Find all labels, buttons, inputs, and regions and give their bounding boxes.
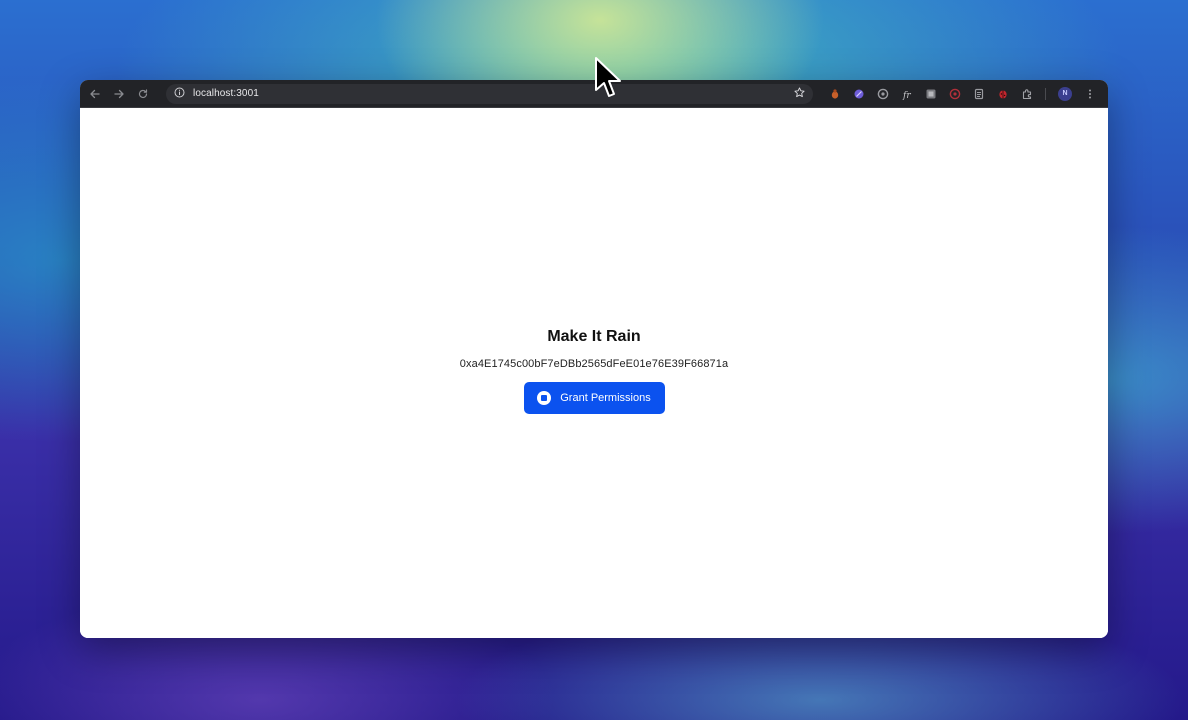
coin-icon — [537, 391, 552, 405]
permissions-panel: Make It Rain 0xa4E1745c00bF7eDBb2565dFeE… — [80, 328, 1108, 414]
url-text: localhost:3001 — [193, 88, 259, 99]
bookmark-star-icon[interactable] — [794, 85, 805, 103]
function-extension-icon[interactable]: fr — [900, 87, 914, 101]
svg-text:fr: fr — [902, 91, 911, 100]
puzzle-card-extension-icon[interactable] — [924, 87, 938, 101]
address-bar[interactable]: localhost:3001 — [166, 83, 813, 104]
wallet-address: 0xa4E1745c00bF7eDBb2565dFeE01e76E39F6687… — [459, 358, 729, 370]
reload-icon[interactable] — [134, 85, 152, 103]
grant-permissions-label: Grant Permissions — [560, 392, 651, 404]
extensions-area: fr N — [823, 86, 1102, 101]
toolbar-divider — [1045, 87, 1046, 100]
profile-avatar[interactable]: N — [1058, 86, 1072, 101]
wand-extension-icon[interactable] — [852, 87, 866, 101]
grant-permissions-button[interactable]: Grant Permissions — [523, 382, 665, 414]
browser-window: localhost:3001 fr N Make It Rain 0xa4E17… — [80, 80, 1108, 638]
back-icon[interactable] — [86, 85, 104, 103]
extensions-puzzle-icon[interactable] — [1020, 87, 1034, 101]
gauge-extension-icon[interactable] — [876, 87, 890, 101]
forward-icon[interactable] — [110, 85, 128, 103]
page-title: Make It Rain — [547, 328, 641, 345]
document-extension-icon[interactable] — [972, 87, 986, 101]
browser-menu-icon[interactable] — [1083, 87, 1097, 101]
ladybug-extension-icon[interactable] — [996, 87, 1010, 101]
target-extension-icon[interactable] — [948, 87, 962, 101]
mouse-cursor-icon — [594, 56, 622, 100]
site-info-icon[interactable] — [174, 85, 185, 103]
bug-extension-icon[interactable] — [828, 87, 842, 101]
profile-initial: N — [1062, 90, 1068, 97]
page-content: Make It Rain 0xa4E1745c00bF7eDBb2565dFeE… — [80, 108, 1108, 638]
